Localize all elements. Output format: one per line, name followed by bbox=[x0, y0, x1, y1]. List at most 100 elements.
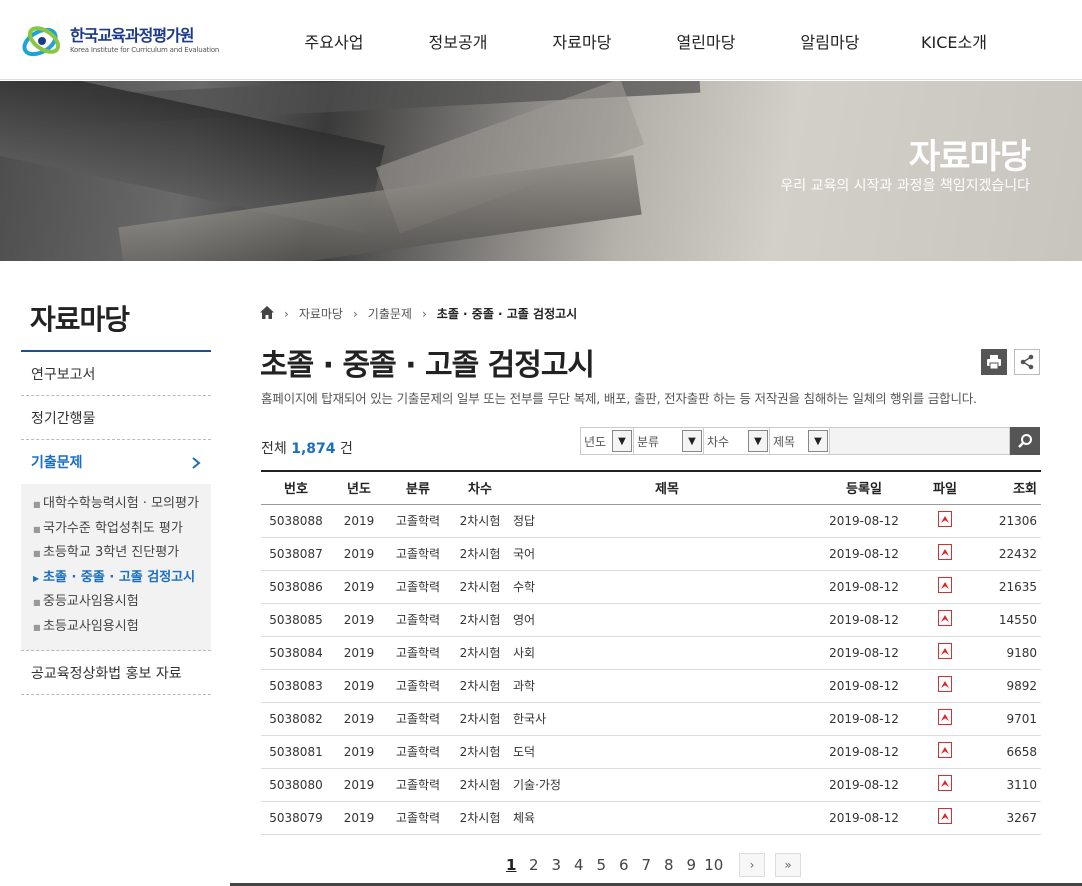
cell-title-link[interactable]: 수학 bbox=[511, 570, 823, 604]
cell-round: 2차시험 bbox=[449, 669, 511, 703]
share-button[interactable] bbox=[1014, 349, 1040, 375]
table-row[interactable]: 5038084 2019 고졸학력 2차시험 사회 2019-08-12 9180 bbox=[261, 636, 1041, 670]
cell-number: 5038088 bbox=[261, 504, 331, 538]
sidebar-item-periodicals[interactable]: 정기간행물 bbox=[21, 396, 211, 440]
cell-file bbox=[905, 669, 985, 703]
cell-year: 2019 bbox=[331, 570, 387, 604]
pdf-icon[interactable] bbox=[938, 775, 952, 791]
breadcrumb-item[interactable]: 자료마당 bbox=[299, 305, 343, 322]
pdf-icon[interactable] bbox=[938, 511, 952, 527]
copyright-notice: 홈페이지에 탑재되어 있는 기출문제의 일부 또는 전부를 무단 복제, 배포,… bbox=[261, 391, 977, 406]
year-select[interactable]: 년도 ▼ bbox=[580, 427, 634, 455]
logo-english-name: Korea Institute for Curriculum and Evalu… bbox=[70, 46, 220, 54]
pdf-icon[interactable] bbox=[938, 709, 952, 725]
cell-date: 2019-08-12 bbox=[823, 570, 905, 604]
sidebar-subitem-elementary-teacher[interactable]: ■ 초등교사임용시험 bbox=[21, 615, 211, 640]
nav-item-main-projects[interactable]: 주요사업 bbox=[272, 0, 396, 80]
bullet-icon: ■ bbox=[33, 500, 41, 509]
cell-title-link[interactable]: 도덕 bbox=[511, 735, 823, 769]
pdf-icon[interactable] bbox=[938, 643, 952, 659]
cell-title-link[interactable]: 사회 bbox=[511, 636, 823, 670]
cell-round: 2차시험 bbox=[449, 570, 511, 604]
print-button[interactable] bbox=[981, 349, 1007, 375]
bullet-icon: ■ bbox=[33, 622, 41, 632]
cell-title-link[interactable]: 국어 bbox=[511, 537, 823, 571]
sidebar-submenu: ■ 대학수학능력시험 · 모의평가 ■ 국가수준 학업성취도 평가 ■ 초등학교 3학… bbox=[21, 484, 211, 651]
field-select[interactable]: 제목 ▼ bbox=[770, 427, 830, 455]
cell-title-link[interactable]: 기술·가정 bbox=[511, 768, 823, 802]
cell-category: 고졸학력 bbox=[387, 801, 449, 835]
home-icon[interactable] bbox=[260, 305, 274, 322]
page-link[interactable]: 1 bbox=[500, 856, 523, 874]
cell-date: 2019-08-12 bbox=[823, 801, 905, 835]
table-row[interactable]: 5038081 2019 고졸학력 2차시험 도덕 2019-08-12 6658 bbox=[261, 735, 1041, 769]
cell-title-link[interactable]: 영어 bbox=[511, 603, 823, 637]
pdf-icon[interactable] bbox=[938, 610, 952, 626]
breadcrumb-item[interactable]: 기출문제 bbox=[368, 305, 412, 322]
cell-number: 5038084 bbox=[261, 636, 331, 670]
sidebar-subitem-ged[interactable]: ▶ 초졸 · 중졸 · 고졸 검정고시 bbox=[21, 566, 211, 591]
category-select[interactable]: 분류 ▼ bbox=[634, 427, 704, 455]
next-page-button[interactable]: › bbox=[739, 853, 765, 877]
nav-item-about-kice[interactable]: KICE소개 bbox=[892, 0, 1016, 80]
cell-year: 2019 bbox=[331, 768, 387, 802]
page-link[interactable]: 7 bbox=[635, 856, 658, 874]
search-bar: 년도 ▼ 분류 ▼ 차수 ▼ 제목 ▼ bbox=[580, 427, 1040, 455]
page-link[interactable]: 5 bbox=[590, 856, 613, 874]
cell-category: 고졸학력 bbox=[387, 768, 449, 802]
search-input[interactable] bbox=[830, 427, 1010, 455]
table-row[interactable]: 5038088 2019 고졸학력 2차시험 정답 2019-08-12 21306 bbox=[261, 504, 1041, 538]
nav-item-resources[interactable]: 자료마당 bbox=[520, 0, 644, 80]
cell-year: 2019 bbox=[331, 603, 387, 637]
cell-round: 2차시험 bbox=[449, 702, 511, 736]
nav-item-notices[interactable]: 알림마당 bbox=[768, 0, 892, 80]
table-row[interactable]: 5038080 2019 고졸학력 2차시험 기술·가정 2019-08-12 3110 bbox=[261, 768, 1041, 802]
table-row[interactable]: 5038082 2019 고졸학력 2차시험 한국사 2019-08-12 9701 bbox=[261, 702, 1041, 736]
cell-category: 고졸학력 bbox=[387, 537, 449, 571]
nav-item-open-forum[interactable]: 열린마당 bbox=[644, 0, 768, 80]
pagination: 1 2 3 4 5 6 7 8 9 10 › » bbox=[500, 853, 801, 877]
round-select[interactable]: 차수 ▼ bbox=[704, 427, 770, 455]
pdf-icon[interactable] bbox=[938, 742, 952, 758]
cell-number: 5038082 bbox=[261, 702, 331, 736]
table-row[interactable]: 5038083 2019 고졸학력 2차시험 과학 2019-08-12 9892 bbox=[261, 669, 1041, 703]
pdf-icon[interactable] bbox=[938, 676, 952, 692]
page-link[interactable]: 6 bbox=[613, 856, 636, 874]
cell-year: 2019 bbox=[331, 735, 387, 769]
select-label: 분류 bbox=[637, 434, 660, 449]
sidebar-subitem-achievement[interactable]: ■ 국가수준 학업성취도 평가 bbox=[21, 517, 211, 542]
nav-item-information-disclosure[interactable]: 정보공개 bbox=[396, 0, 520, 80]
cell-date: 2019-08-12 bbox=[823, 669, 905, 703]
cell-title-link[interactable]: 과학 bbox=[511, 669, 823, 703]
last-page-button[interactable]: » bbox=[775, 853, 801, 877]
table-row[interactable]: 5038079 2019 고졸학력 2차시험 체육 2019-08-12 3267 bbox=[261, 801, 1041, 835]
table-row[interactable]: 5038085 2019 고졸학력 2차시험 영어 2019-08-12 14550 bbox=[261, 603, 1041, 637]
sidebar-item-past-exams[interactable]: 기출문제 bbox=[21, 440, 211, 484]
page-link[interactable]: 9 bbox=[680, 856, 703, 874]
cell-title-link[interactable]: 한국사 bbox=[511, 702, 823, 736]
sidebar-subitem-diagnostic[interactable]: ■ 초등학교 3학년 진단평가 bbox=[21, 541, 211, 566]
page-link[interactable]: 8 bbox=[658, 856, 681, 874]
table-row[interactable]: 5038086 2019 고졸학력 2차시험 수학 2019-08-12 21635 bbox=[261, 570, 1041, 604]
banner-title: 자료마당 bbox=[908, 137, 1031, 177]
cell-file bbox=[905, 603, 985, 637]
table-row[interactable]: 5038087 2019 고졸학력 2차시험 국어 2019-08-12 22432 bbox=[261, 537, 1041, 571]
site-logo[interactable]: 한국교육과정평가원 Korea Institute for Curriculum… bbox=[20, 20, 220, 62]
pdf-icon[interactable] bbox=[938, 808, 952, 824]
search-button[interactable] bbox=[1010, 427, 1040, 455]
cell-title-link[interactable]: 정답 bbox=[511, 504, 823, 538]
page-link[interactable]: 2 bbox=[523, 856, 546, 874]
cell-title-link[interactable]: 체육 bbox=[511, 801, 823, 835]
col-header-year: 년도 bbox=[331, 470, 387, 505]
page-link[interactable]: 4 bbox=[568, 856, 591, 874]
sidebar-item-public-education-promo[interactable]: 공교육정상화법 홍보 자료 bbox=[21, 651, 211, 695]
sidebar-subitem-secondary-teacher[interactable]: ■ 중등교사임용시험 bbox=[21, 590, 211, 615]
sidebar-item-research-reports[interactable]: 연구보고서 bbox=[21, 352, 211, 396]
page-link[interactable]: 10 bbox=[703, 856, 726, 874]
sidebar-subitem-csat[interactable]: ■ 대학수학능력시험 · 모의평가 bbox=[21, 492, 211, 517]
pdf-icon[interactable] bbox=[938, 544, 952, 560]
cell-date: 2019-08-12 bbox=[823, 603, 905, 637]
site-header: 한국교육과정평가원 Korea Institute for Curriculum… bbox=[0, 0, 1082, 80]
pdf-icon[interactable] bbox=[938, 577, 952, 593]
page-link[interactable]: 3 bbox=[545, 856, 568, 874]
